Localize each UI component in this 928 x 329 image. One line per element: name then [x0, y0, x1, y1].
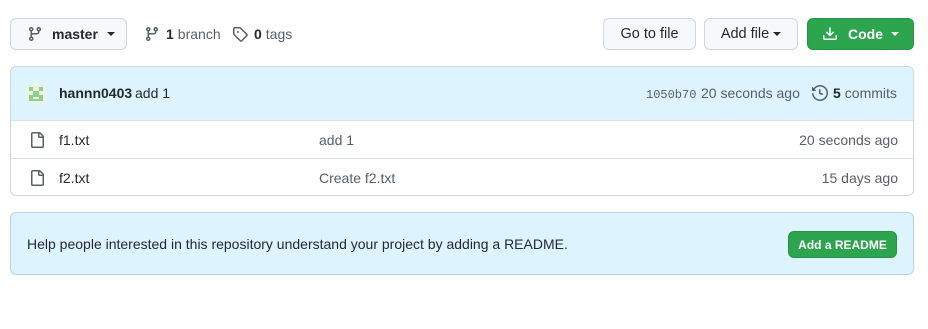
file-name[interactable]: f1.txt: [59, 132, 89, 148]
file-commit-message[interactable]: add 1: [319, 132, 354, 148]
file-commit-message[interactable]: Create f2.txt: [319, 170, 395, 186]
latest-commit-bar: hannn0403 add 1 1050b70 20 seconds ago 5…: [11, 67, 913, 121]
commits-count: 5: [833, 85, 841, 101]
tags-link[interactable]: 0 tags: [232, 18, 292, 50]
readme-banner: Help people interested in this repositor…: [10, 212, 914, 275]
file-commit-age: 15 days ago: [821, 170, 898, 186]
branches-word: branch: [177, 26, 221, 42]
file-browser: hannn0403 add 1 1050b70 20 seconds ago 5…: [10, 66, 914, 196]
history-icon: [812, 85, 828, 101]
code-label: Code: [848, 26, 883, 42]
commits-history-link[interactable]: 5 commits: [812, 85, 897, 101]
commits-word: commits: [844, 85, 897, 101]
tags-word: tags: [265, 26, 293, 42]
file-icon: [29, 132, 45, 148]
chevron-down-icon: [773, 32, 782, 36]
chevron-down-icon: [891, 32, 899, 36]
git-branch-icon: [27, 26, 43, 42]
file-name[interactable]: f2.txt: [59, 170, 89, 186]
branches-count: 1: [166, 26, 174, 42]
readme-prompt-text: Help people interested in this repositor…: [27, 236, 568, 252]
add-file-button[interactable]: Add file: [704, 18, 798, 50]
git-branch-icon: [144, 26, 160, 42]
tags-count: 0: [254, 26, 262, 42]
commit-sha[interactable]: 1050b70: [646, 88, 696, 102]
commit-author[interactable]: hannn0403: [59, 85, 132, 101]
download-icon: [822, 26, 838, 42]
tag-icon: [232, 26, 248, 42]
add-file-label: Add file: [720, 26, 770, 42]
file-list: f1.txt add 1 20 seconds ago f2.txt Creat…: [11, 121, 913, 195]
chevron-down-icon: [106, 32, 115, 36]
repo-toolbar: master 1 branch 0 tags Go to file Add fi…: [10, 18, 914, 50]
code-button[interactable]: Code: [807, 18, 914, 50]
add-readme-button[interactable]: Add a README: [788, 231, 897, 258]
table-row[interactable]: f1.txt add 1 20 seconds ago: [11, 121, 913, 158]
branches-link[interactable]: 1 branch: [144, 18, 221, 50]
commit-message[interactable]: add 1: [135, 85, 170, 101]
go-to-file-label: Go to file: [620, 26, 679, 42]
branch-selector-button[interactable]: master: [10, 18, 127, 50]
go-to-file-button[interactable]: Go to file: [603, 18, 696, 50]
file-icon: [29, 170, 45, 186]
file-commit-age: 20 seconds ago: [799, 132, 898, 148]
avatar[interactable]: [25, 83, 47, 105]
branch-name: master: [52, 26, 98, 42]
commit-time: 20 seconds ago: [701, 85, 800, 101]
table-row[interactable]: f2.txt Create f2.txt 15 days ago: [11, 158, 913, 195]
